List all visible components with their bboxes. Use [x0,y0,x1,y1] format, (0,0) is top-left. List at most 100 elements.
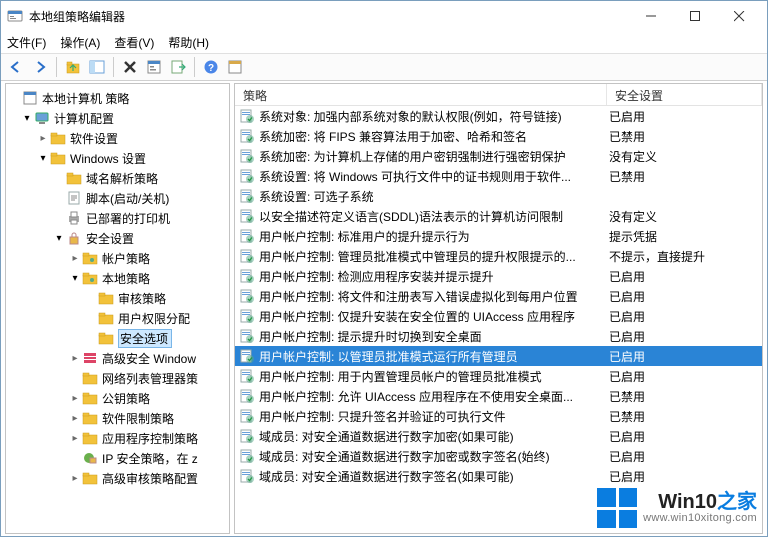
policy-name: 用户帐户控制: 检测应用程序安装并提示提升 [259,268,607,285]
tree-software-settings[interactable]: ▸ 软件设置 [6,128,229,148]
delete-button[interactable] [119,56,141,78]
folder-icon [82,410,98,426]
tree-local-policy[interactable]: ▾ 本地策略 [6,268,229,288]
properties-button[interactable] [143,56,165,78]
collapse-icon[interactable]: ▾ [20,113,34,124]
watermark-brand-b: 之家 [717,491,757,513]
list-row[interactable]: 用户帐户控制: 用于内置管理员帐户的管理员批准模式已启用 [235,366,762,386]
tree-app-control[interactable]: ▸ 应用程序控制策略 [6,428,229,448]
watermark-url: www.win10xitong.com [643,512,757,524]
tree-label: 用户权限分配 [118,310,190,327]
policy-item-icon [239,408,255,424]
collapse-icon[interactable]: ▾ [52,233,66,244]
refresh-button[interactable] [224,56,246,78]
tree-network-list[interactable]: 网络列表管理器策 [6,368,229,388]
policy-item-icon [239,128,255,144]
policy-item-icon [239,348,255,364]
collapse-icon[interactable]: ▾ [36,153,50,164]
tree-label: 应用程序控制策略 [102,430,198,447]
minimize-button[interactable] [629,2,673,30]
tree-user-rights[interactable]: 用户权限分配 [6,308,229,328]
tree-adv-firewall[interactable]: ▸ 高级安全 Window [6,348,229,368]
list-row[interactable]: 域成员: 对安全通道数据进行数字加密(如果可能)已启用 [235,426,762,446]
list-row[interactable]: 用户帐户控制: 检测应用程序安装并提示提升已启用 [235,266,762,286]
column-header-policy[interactable]: 策略 [235,84,607,105]
expand-icon[interactable]: ▸ [68,473,82,484]
policy-name: 用户帐户控制: 仅提升安装在安全位置的 UIAccess 应用程序 [259,308,607,325]
policy-name: 用户帐户控制: 只提升签名并验证的可执行文件 [259,408,607,425]
list-row[interactable]: 用户帐户控制: 将文件和注册表写入错误虚拟化到每用户位置已启用 [235,286,762,306]
show-hide-tree-button[interactable] [86,56,108,78]
script-icon [66,190,82,206]
menu-action[interactable]: 操作(A) [60,34,100,51]
tree-computer-config[interactable]: ▾ 计算机配置 [6,108,229,128]
list-row[interactable]: 用户帐户控制: 仅提升安装在安全位置的 UIAccess 应用程序已启用 [235,306,762,326]
expand-icon[interactable]: ▸ [68,393,82,404]
policy-setting: 已启用 [607,328,762,345]
expand-icon[interactable]: ▸ [68,413,82,424]
export-button[interactable] [167,56,189,78]
expand-icon[interactable]: ▸ [68,433,82,444]
policy-setting: 没有定义 [607,148,762,165]
app-icon [7,8,23,24]
policy-icon [22,90,38,106]
list-row[interactable]: 系统加密: 将 FIPS 兼容算法用于加密、哈希和签名已禁用 [235,126,762,146]
list-row[interactable]: 用户帐户控制: 提示提升时切换到安全桌面已启用 [235,326,762,346]
tree-ip-security[interactable]: IP 安全策略，在 z [6,448,229,468]
list-row[interactable]: 系统对象: 加强内部系统对象的默认权限(例如，符号链接)已启用 [235,106,762,126]
tree-printers[interactable]: 已部署的打印机 [6,208,229,228]
tree-scripts[interactable]: 脚本(启动/关机) [6,188,229,208]
back-button[interactable] [5,56,27,78]
list-body[interactable]: 系统对象: 加强内部系统对象的默认权限(例如，符号链接)已启用系统加密: 将 F… [235,106,762,533]
collapse-icon[interactable]: ▾ [68,273,82,284]
tree-root[interactable]: 本地计算机 策略 [6,88,229,108]
tree-label: 审核策略 [118,290,166,307]
list-row[interactable]: 用户帐户控制: 允许 UIAccess 应用程序在不使用安全桌面...已禁用 [235,386,762,406]
close-button[interactable] [717,2,761,30]
up-button[interactable] [62,56,84,78]
printer-icon [66,210,82,226]
list-row[interactable]: 系统设置: 将 Windows 可执行文件中的证书规则用于软件...已禁用 [235,166,762,186]
policy-name: 用户帐户控制: 用于内置管理员帐户的管理员批准模式 [259,368,607,385]
tree-label: 网络列表管理器策 [102,370,198,387]
policy-name: 用户帐户控制: 将文件和注册表写入错误虚拟化到每用户位置 [259,288,607,305]
list-row[interactable]: 用户帐户控制: 以管理员批准模式运行所有管理员已启用 [235,346,762,366]
menu-help[interactable]: 帮助(H) [168,34,209,51]
column-header-setting[interactable]: 安全设置 [607,84,762,105]
expand-icon[interactable]: ▸ [68,353,82,364]
tree-pane[interactable]: 本地计算机 策略 ▾ 计算机配置 ▸ 软件设置 ▾ Windows 设置 域名解… [5,83,230,534]
policy-name: 用户帐户控制: 标准用户的提升提示行为 [259,228,607,245]
list-row[interactable]: 域成员: 对安全通道数据进行数字加密或数字签名(始终)已启用 [235,446,762,466]
window-title: 本地组策略编辑器 [29,8,125,25]
list-row[interactable]: 域成员: 对安全通道数据进行数字签名(如果可能)已启用 [235,466,762,486]
expand-icon[interactable]: ▸ [36,133,50,144]
tree-public-key[interactable]: ▸ 公钥策略 [6,388,229,408]
list-row[interactable]: 用户帐户控制: 标准用户的提升提示行为提示凭据 [235,226,762,246]
list-row[interactable]: 用户帐户控制: 只提升签名并验证的可执行文件已禁用 [235,406,762,426]
forward-button[interactable] [29,56,51,78]
list-row[interactable]: 以安全描述符定义语言(SDDL)语法表示的计算机访问限制没有定义 [235,206,762,226]
menu-view[interactable]: 查看(V) [114,34,154,51]
policy-name: 系统加密: 将 FIPS 兼容算法用于加密、哈希和签名 [259,128,607,145]
tree-account-policy[interactable]: ▸ 帐户策略 [6,248,229,268]
tree-software-restrict[interactable]: ▸ 软件限制策略 [6,408,229,428]
help-button[interactable]: ? [200,56,222,78]
tree-windows-settings[interactable]: ▾ Windows 设置 [6,148,229,168]
list-row[interactable]: 系统设置: 可选子系统 [235,186,762,206]
expand-icon[interactable]: ▸ [68,253,82,264]
tree-adv-audit[interactable]: ▸ 高级审核策略配置 [6,468,229,488]
tree-security-options[interactable]: 安全选项 [6,328,229,348]
list-row[interactable]: 系统加密: 为计算机上存储的用户密钥强制进行强密钥保护没有定义 [235,146,762,166]
policy-setting: 已启用 [607,368,762,385]
maximize-button[interactable] [673,2,717,30]
list-pane: 策略 安全设置 系统对象: 加强内部系统对象的默认权限(例如，符号链接)已启用系… [234,83,763,534]
tree-label: IP 安全策略，在 z [102,450,198,467]
tree-audit-policy[interactable]: 审核策略 [6,288,229,308]
svg-text:?: ? [208,63,214,74]
list-row[interactable]: 用户帐户控制: 管理员批准模式中管理员的提升权限提示的...不提示，直接提升 [235,246,762,266]
policy-setting: 已启用 [607,448,762,465]
menu-file[interactable]: 文件(F) [7,34,46,51]
tree-security-settings[interactable]: ▾ 安全设置 [6,228,229,248]
tree-dns-policy[interactable]: 域名解析策略 [6,168,229,188]
policy-setting: 已启用 [607,348,762,365]
